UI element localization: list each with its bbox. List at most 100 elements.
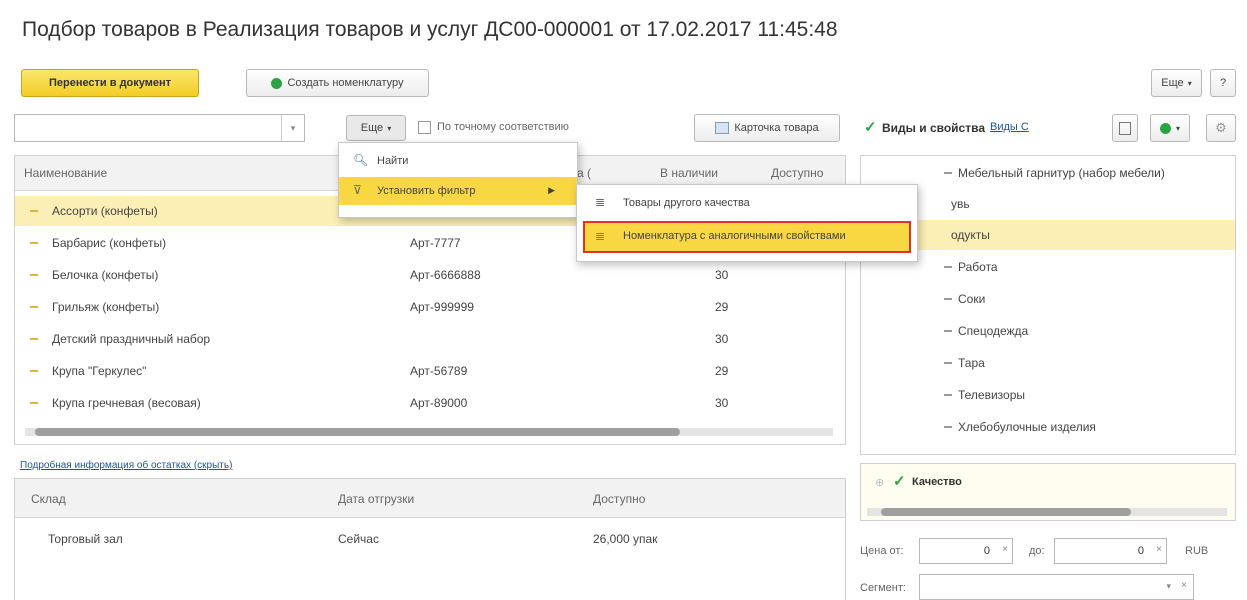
create-label: Создать номенклатуру (287, 77, 404, 89)
copy-icon (1119, 121, 1131, 135)
stock-details-table: Склад Дата отгрузки Доступно Торговый за… (14, 478, 846, 600)
segment-input[interactable]: ▾ × (919, 574, 1194, 600)
item-icon (944, 426, 952, 428)
table-row[interactable]: Детский праздничный набор 30 (15, 324, 845, 354)
chevron-down-icon: ▾ (1187, 78, 1192, 88)
details-toggle-link[interactable]: Подробная информация об остатках (скрыть… (20, 460, 232, 471)
price-to-value: 0 (1137, 545, 1144, 557)
dropdown-arrow-icon[interactable]: ▾ (1166, 581, 1171, 592)
price-from-label: Цена от: (860, 545, 904, 557)
scrollbar-thumb[interactable] (881, 508, 1131, 516)
settings-button[interactable]: ⚙ (1206, 114, 1236, 142)
search-more-label: Еще (360, 122, 384, 134)
exact-match-checkbox[interactable] (418, 121, 431, 134)
set-filter-label: Установить фильтр (377, 185, 476, 197)
tree-item[interactable]: Хлебобулочные изделия (861, 412, 1235, 434)
price-to-input[interactable]: 0 × (1054, 538, 1167, 564)
table-row[interactable]: Крупа гречневая (весовая) Арт-89000 30 (15, 388, 845, 410)
col-name[interactable]: Наименование (24, 166, 107, 180)
copy-button[interactable] (1112, 114, 1138, 142)
item-icon (944, 298, 952, 300)
col-shipment-date[interactable]: Дата отгрузки (338, 492, 414, 506)
row-warehouse: Торговый зал (48, 532, 123, 546)
create-nomenclature-button[interactable]: Создать номенклатуру (246, 69, 429, 97)
clear-icon[interactable]: × (1156, 544, 1162, 555)
row-article: Арт-7777 (410, 236, 461, 250)
table-row[interactable]: Белочка (конфеты) Арт-6666888 30 (15, 260, 845, 290)
details-row[interactable]: Торговый зал Сейчас 26,000 упак (15, 524, 845, 554)
clear-icon[interactable]: × (1181, 580, 1187, 591)
search-more-button[interactable]: Еще ▾ (346, 115, 406, 141)
more-actions-button[interactable]: Еще ▾ (1151, 69, 1202, 97)
tree-item-label: Тара (958, 356, 985, 370)
item-icon (30, 370, 38, 372)
table-row[interactable]: Крупа "Геркулес" Арт-56789 29 (15, 356, 845, 386)
scrollbar-thumb[interactable] (35, 428, 680, 436)
row-stock: 29 (715, 364, 729, 378)
clear-icon[interactable]: × (1002, 544, 1008, 555)
tree-item[interactable]: Телевизоры (861, 380, 1235, 410)
add-property-button[interactable]: ▾ (1150, 114, 1190, 142)
search-input[interactable]: ▾ (14, 114, 305, 142)
row-stock: 29 (715, 300, 729, 314)
item-icon (30, 306, 38, 308)
product-card-button[interactable]: Карточка товара (694, 114, 840, 142)
props-label: Виды и свойства (882, 121, 985, 135)
col-warehouse[interactable]: Склад (31, 492, 66, 506)
filter-submenu: ≣ Товары другого качества ≣ Номенклатура… (576, 184, 918, 262)
tree-item-label: Соки (958, 292, 986, 306)
item-icon (944, 172, 952, 174)
submenu-item-similar-properties[interactable]: ≣ Номенклатура с аналогичными свойствами (583, 221, 911, 253)
item-icon (944, 362, 952, 364)
exact-match-label: По точному соответствию (437, 121, 569, 133)
help-button[interactable]: ? (1210, 69, 1236, 97)
tree-item[interactable]: Спецодежда (861, 316, 1235, 346)
menu-item-set-filter[interactable]: ⊽ Установить фильтр ▶ (339, 177, 577, 205)
expand-icon[interactable]: ⊕ (875, 476, 884, 489)
price-from-input[interactable]: 0 × (919, 538, 1013, 564)
item-icon (30, 402, 38, 404)
item-icon (944, 330, 952, 332)
item-icon (30, 274, 38, 276)
tree-item-label: увь (951, 197, 970, 211)
transfer-to-document-button[interactable]: Перенести в документ (21, 69, 199, 97)
menu-item-find[interactable]: 🔍︎ Найти (339, 147, 577, 175)
quality-panel: ⊕ ✓ Качество (860, 463, 1236, 521)
col-stock[interactable]: В наличии (660, 166, 718, 180)
price-to-label: до: (1029, 545, 1045, 557)
col-article[interactable]: а ( (577, 166, 591, 180)
row-stock: 30 (715, 396, 729, 410)
row-name: Крупа гречневая (весовая) (52, 396, 201, 410)
list-filter-icon: ≣ (595, 229, 606, 243)
props-checkbox-icon[interactable]: ✓ (864, 118, 877, 136)
tree-item[interactable]: Тара (861, 348, 1235, 378)
row-stock: 30 (715, 332, 729, 346)
col-available[interactable]: Доступно (771, 166, 823, 180)
row-name: Барбарис (конфеты) (52, 236, 167, 250)
props-types-link[interactable]: Виды С (990, 121, 1029, 133)
chevron-down-icon: ▾ (387, 123, 392, 133)
search-icon: 🔍︎ (353, 153, 369, 167)
row-article: Арт-89000 (410, 396, 468, 410)
list-filter-icon: ≣ (595, 195, 606, 209)
item-icon (30, 338, 38, 340)
more-menu: 🔍︎ Найти ⊽ Установить фильтр ▶ (338, 142, 578, 218)
quality-checkbox-icon[interactable]: ✓ (893, 472, 906, 490)
tree-item[interactable]: Соки (861, 284, 1235, 314)
dropdown-arrow-icon[interactable]: ▾ (281, 115, 304, 141)
similar-properties-label: Номенклатура с аналогичными свойствами (623, 230, 846, 242)
col-details-available[interactable]: Доступно (593, 492, 645, 506)
chevron-right-icon: ▶ (548, 185, 555, 195)
row-details-available: 26,000 упак (593, 532, 658, 546)
tree-item-label: Хлебобулочные изделия (958, 420, 1096, 434)
card-icon (715, 122, 730, 134)
row-article: Арт-6666888 (410, 268, 481, 282)
row-name: Крупа "Геркулес" (52, 364, 147, 378)
item-icon (944, 394, 952, 396)
quality-label: Качество (912, 476, 962, 488)
submenu-item-other-quality[interactable]: ≣ Товары другого качества (577, 189, 917, 217)
currency-label: RUB (1185, 545, 1209, 557)
row-name: Ассорти (конфеты) (52, 204, 158, 218)
other-quality-label: Товары другого качества (623, 197, 750, 209)
table-row[interactable]: Грильяж (конфеты) Арт-999999 29 (15, 292, 845, 322)
